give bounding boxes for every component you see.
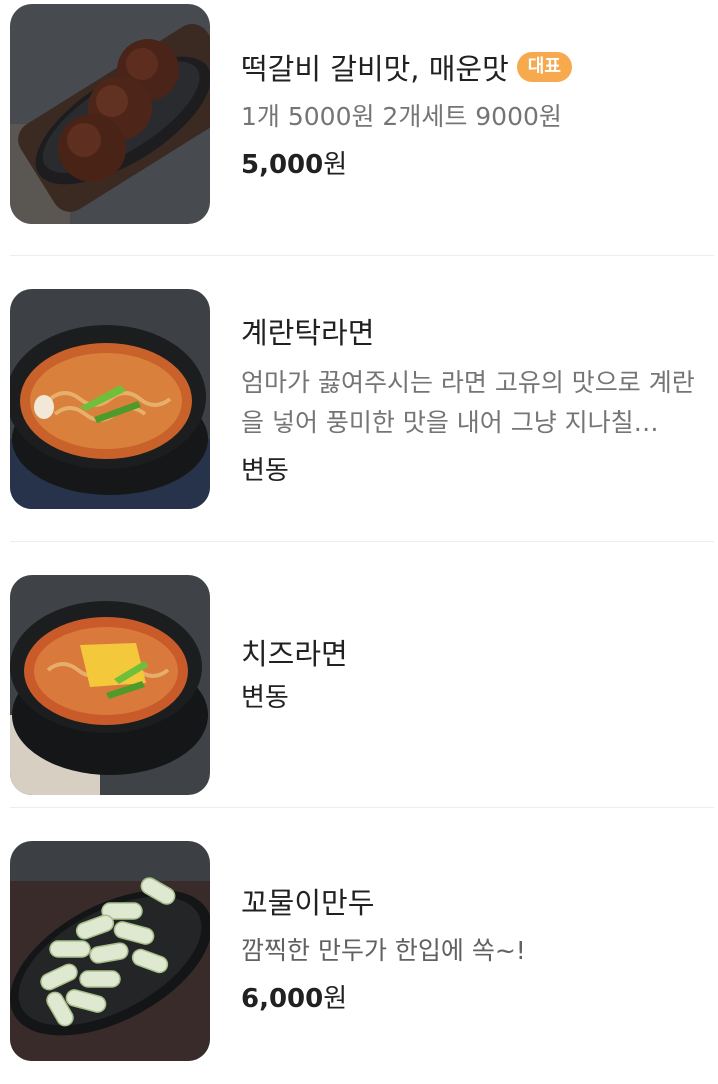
menu-item-tteokgalbi[interactable]: 떡갈비 갈비맛, 매운맛 대표 1개 5000원 2개세트 9000원 5,00…	[10, 4, 714, 224]
menu-item-info: 떡갈비 갈비맛, 매운맛 대표 1개 5000원 2개세트 9000원 5,00…	[241, 4, 711, 185]
price-unit: 원	[323, 984, 348, 1014]
menu-item-description: 엄마가 끓여주시는 라면 고유의 맛으로 계란을 넣어 풍미한 맛을 내어 그냥…	[241, 368, 695, 437]
menu-item-description: 깜찍한 만두가 한입에 쏙~!	[241, 936, 526, 965]
menu-item-info: 계란탁라면 엄마가 끓여주시는 라면 고유의 맛으로 계란을 넣어 풍미한 맛을…	[241, 289, 711, 491]
tteokgalbi-photo	[10, 4, 210, 224]
price-amount: 5,000	[241, 150, 324, 180]
menu-item-name: 떡갈비 갈비맛, 매운맛	[241, 52, 509, 86]
menu-item-price: 6,000원	[241, 979, 711, 1019]
menu-item-price: 변동	[241, 456, 289, 486]
menu-item-description: 1개 5000원 2개세트 9000원	[241, 102, 562, 131]
menu-item-price: 변동	[241, 683, 289, 713]
divider	[10, 541, 714, 542]
menu-item-egg-ramen[interactable]: 계란탁라면 엄마가 끓여주시는 라면 고유의 맛으로 계란을 넣어 풍미한 맛을…	[10, 289, 714, 509]
menu-list: 떡갈비 갈비맛, 매운맛 대표 1개 5000원 2개세트 9000원 5,00…	[0, 0, 718, 1084]
menu-item-price: 5,000원	[241, 145, 711, 185]
price-amount: 6,000	[241, 984, 324, 1014]
egg-ramen-photo	[10, 289, 210, 509]
menu-item-name: 계란탁라면	[241, 316, 375, 350]
kkomuli-mandu-photo	[10, 841, 210, 1061]
price-unit: 원	[323, 150, 348, 180]
menu-item-cheese-ramen[interactable]: 치즈라면 변동	[10, 575, 714, 795]
menu-item-kkomuli-mandu[interactable]: 꼬물이만두 깜찍한 만두가 한입에 쏙~! 6,000원	[10, 841, 714, 1061]
menu-item-info: 꼬물이만두 깜찍한 만두가 한입에 쏙~! 6,000원	[241, 841, 711, 1019]
menu-item-name: 치즈라면	[241, 637, 348, 671]
divider	[10, 255, 714, 256]
cheese-ramen-photo	[10, 575, 210, 795]
menu-item-name: 꼬물이만두	[241, 886, 375, 920]
signature-badge: 대표	[516, 52, 572, 82]
divider	[10, 807, 714, 808]
menu-item-info: 치즈라면 변동	[241, 575, 711, 718]
